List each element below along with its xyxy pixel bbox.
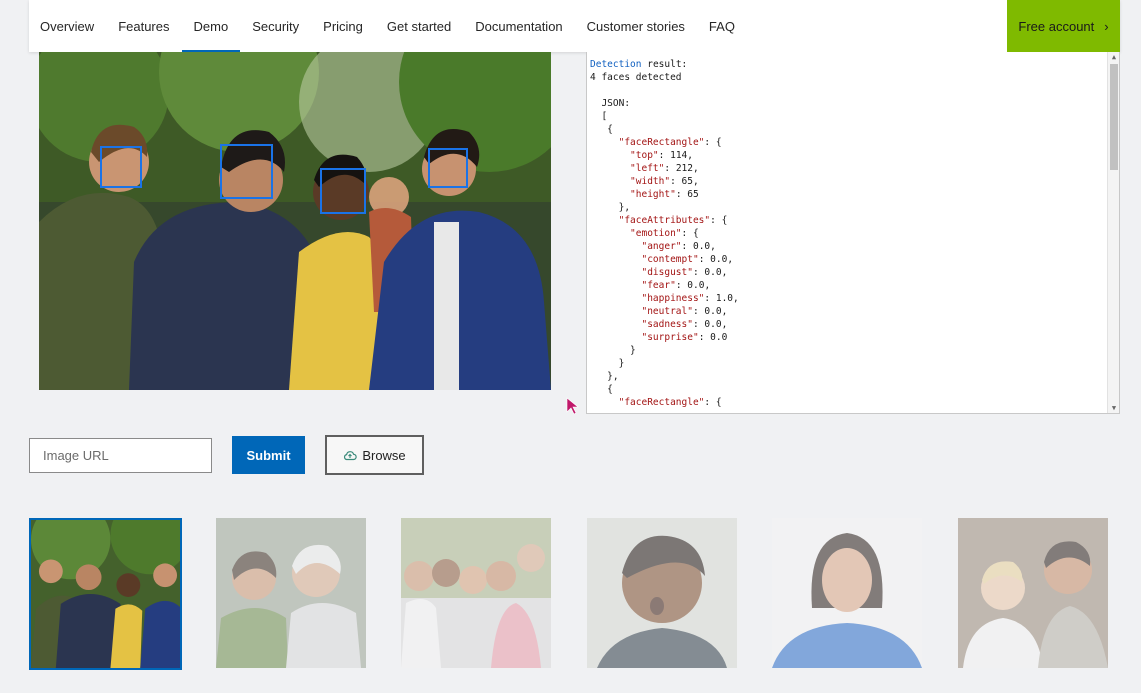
nav-item-security[interactable]: Security <box>240 0 311 52</box>
thumbnail-image <box>31 520 180 668</box>
emotion-sadness-value: 0.0 <box>704 319 722 330</box>
face-width-value: 65 <box>681 176 693 187</box>
emotion-neutral-value: 0.0 <box>704 306 722 317</box>
thumbnail-image <box>772 518 922 668</box>
top-navigation: Overview Features Demo Security Pricing … <box>29 0 1120 52</box>
face-top-value: 114 <box>670 150 688 161</box>
emotion-disgust-value: 0.0 <box>704 267 722 278</box>
thumbnail-surprised-child[interactable] <box>587 518 737 668</box>
thumbnail-image <box>401 518 551 668</box>
thumbnail-woman-face[interactable] <box>772 518 922 668</box>
result-text: Detection result: 4 faces detected JSON:… <box>590 59 739 408</box>
browse-label: Browse <box>362 447 406 463</box>
scroll-up-arrow-icon[interactable]: ▲ <box>1108 52 1119 62</box>
emotion-happiness-value: 1.0 <box>715 293 734 304</box>
scroll-down-arrow-icon[interactable]: ▼ <box>1108 403 1119 413</box>
scroll-thumb[interactable] <box>1110 64 1118 170</box>
nav-item-documentation[interactable]: Documentation <box>463 0 574 52</box>
mouse-cursor-icon <box>566 397 579 415</box>
emotion-surprise-value: 0.0 <box>710 332 728 343</box>
result-scrollbar[interactable]: ▲ ▼ <box>1107 52 1119 413</box>
thumbnail-man-baby[interactable] <box>958 518 1108 668</box>
detection-result-panel[interactable]: Detection result: 4 faces detected JSON:… <box>586 52 1120 414</box>
nav-item-customer-stories[interactable]: Customer stories <box>575 0 697 52</box>
upload-cloud-icon <box>344 451 358 461</box>
face-box-3 <box>320 168 366 214</box>
free-account-button[interactable]: Free account › <box>1007 0 1120 52</box>
browse-button[interactable]: Browse <box>325 435 424 475</box>
emotion-fear-value: 0.0 <box>687 280 705 291</box>
nav-item-pricing[interactable]: Pricing <box>311 0 375 52</box>
face-box-1 <box>100 146 142 188</box>
submit-button[interactable]: Submit <box>232 436 305 474</box>
detection-photo <box>39 52 551 390</box>
result-summary: 4 faces detected <box>590 72 682 83</box>
thumbnail-image <box>587 518 737 668</box>
thumbnail-family-selfie[interactable] <box>401 518 551 668</box>
face-box-4 <box>428 148 468 188</box>
result-detection-word: Detection <box>590 59 642 70</box>
thumbnail-elderly-couple[interactable] <box>216 518 366 668</box>
result-result-word: result: <box>647 59 688 70</box>
nav-item-faq[interactable]: FAQ <box>697 0 747 52</box>
nav-item-demo[interactable]: Demo <box>181 0 241 52</box>
thumbnail-image <box>216 518 366 668</box>
free-account-label: Free account <box>1018 18 1095 34</box>
chevron-right-icon: › <box>1104 18 1109 34</box>
emotion-contempt-value: 0.0 <box>710 254 728 265</box>
thumbnail-group-friends[interactable] <box>29 518 182 670</box>
face-height-value: 65 <box>687 189 699 200</box>
nav-links: Overview Features Demo Security Pricing … <box>29 0 1007 52</box>
nav-item-features[interactable]: Features <box>106 0 181 52</box>
nav-item-overview[interactable]: Overview <box>29 0 106 52</box>
face-box-2 <box>220 144 273 199</box>
face-left-value: 212 <box>675 163 693 174</box>
thumbnail-image <box>958 518 1108 668</box>
group-photo-illustration <box>39 52 551 390</box>
json-label: JSON: <box>601 98 631 109</box>
nav-item-get-started[interactable]: Get started <box>375 0 463 52</box>
emotion-anger-value: 0.0 <box>692 241 711 252</box>
image-url-input[interactable] <box>29 438 212 473</box>
